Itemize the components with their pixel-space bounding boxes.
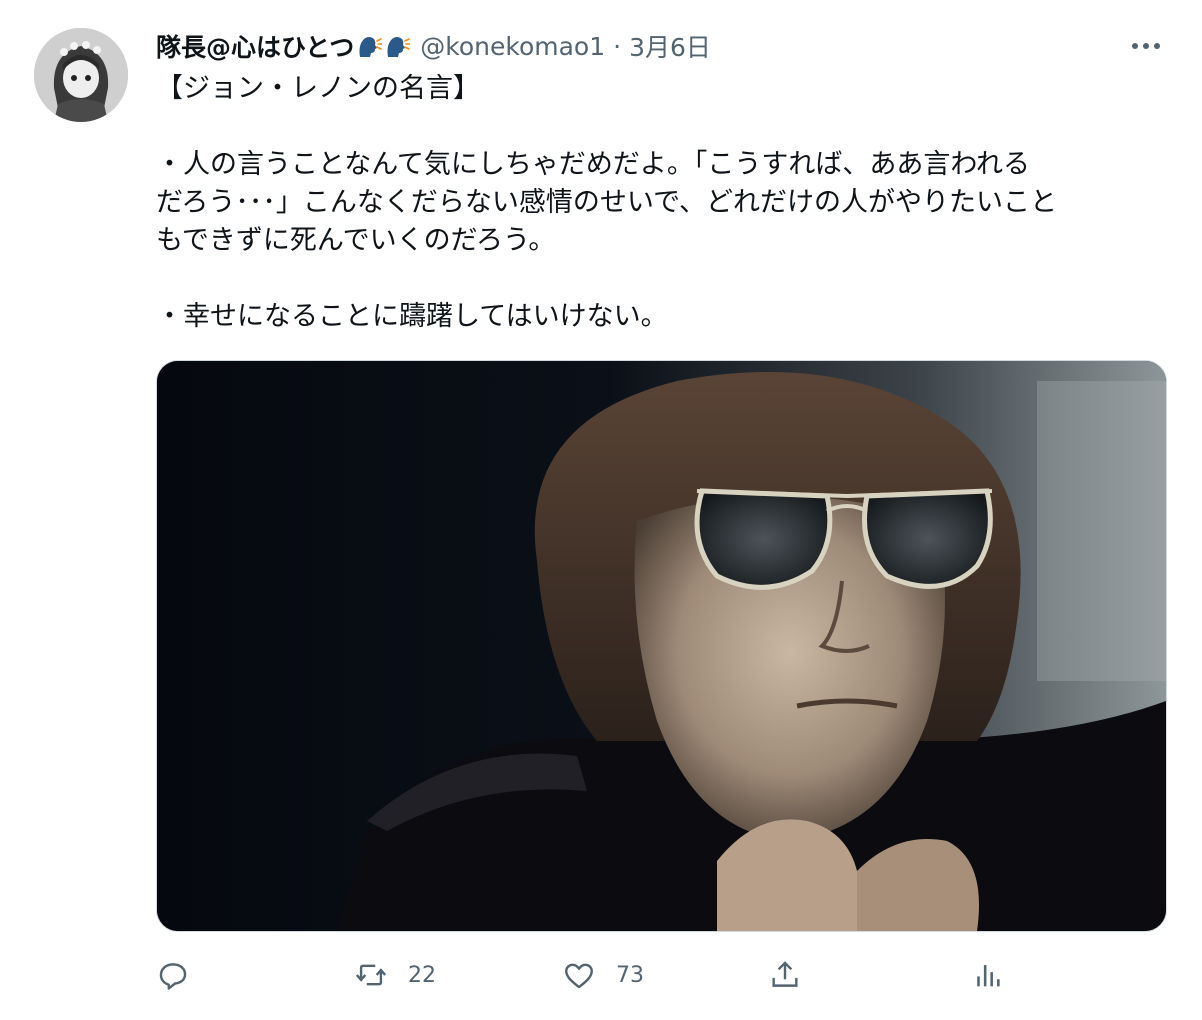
like-button[interactable]: 73: [562, 950, 644, 1000]
more-options-button[interactable]: [1128, 32, 1164, 60]
share-icon: [772, 961, 798, 987]
tweet-photo[interactable]: [156, 360, 1167, 932]
tweet-date[interactable]: 3月6日: [629, 28, 711, 64]
tweet-paragraph-line: ・幸せになることに躊躇してはいけない。: [156, 301, 668, 332]
tweet-actions: 22 73: [156, 950, 1016, 1000]
more-horizontal-icon: [1132, 43, 1160, 49]
share-button[interactable]: [768, 950, 802, 1000]
speaking-head-emoji: [384, 33, 412, 59]
tweet-text: 【ジョン・レノンの名言】 ・人の言うことなんて気にしちゃだめだよ。「こうすれば、…: [156, 70, 1166, 336]
display-name[interactable]: 隊長@心はひとつ: [156, 28, 354, 64]
analytics-button[interactable]: [970, 950, 1004, 1000]
separator-dot: ·: [613, 31, 622, 61]
tweet-paragraph-line: ・人の言うことなんて気にしちゃだめだよ。「こうすれば、ああ言われる: [156, 149, 1030, 180]
retweet-button[interactable]: 22: [354, 950, 436, 1000]
speaking-head-emoji: [356, 33, 384, 59]
portrait-photo: [157, 361, 1166, 931]
tweet: 隊長@心はひとつ @konekomao1 · 3月6日 【ジョン・レノンの名言】…: [0, 0, 1202, 1020]
retweet-icon: [355, 964, 387, 986]
heart-icon: [565, 963, 593, 989]
tweet-paragraph-line: だろう･･･」こんなくだらない感情のせいで、どれだけの人がやりたいこと: [156, 187, 1057, 218]
reply-button[interactable]: [156, 950, 190, 1000]
user-handle[interactable]: @konekomao1: [420, 32, 605, 61]
avatar[interactable]: [34, 28, 128, 122]
retweet-count: 22: [408, 962, 436, 988]
analytics-icon: [977, 965, 1000, 987]
tweet-paragraph-line: もできずに死んでいくのだろう。: [156, 225, 556, 256]
like-count: 73: [616, 962, 644, 988]
tweet-header: 隊長@心はひとつ @konekomao1 · 3月6日: [156, 28, 711, 64]
tweet-title-line: 【ジョン・レノンの名言】: [156, 73, 480, 104]
reply-icon: [159, 963, 187, 990]
avatar-image: [34, 28, 128, 122]
